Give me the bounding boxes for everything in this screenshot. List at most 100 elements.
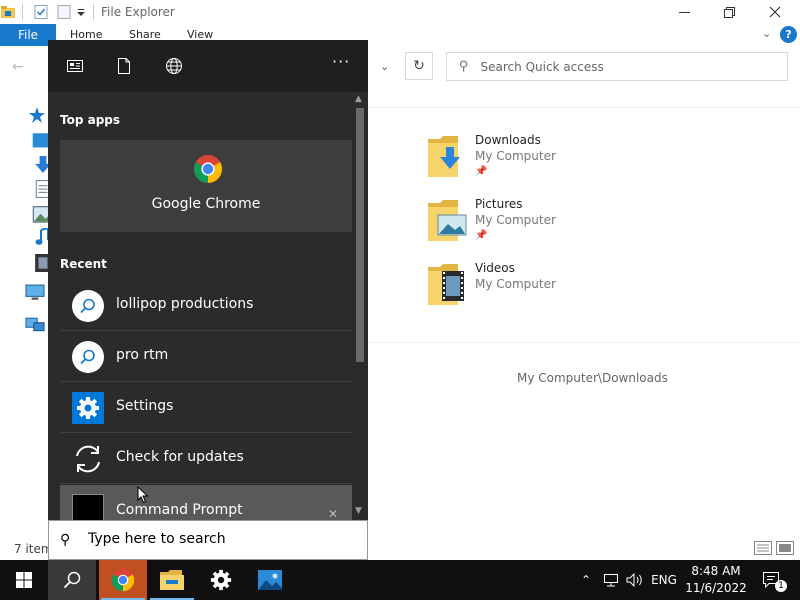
navigation-pane — [0, 104, 54, 544]
new-folder-icon[interactable] — [56, 4, 72, 20]
network-icon[interactable] — [600, 560, 622, 600]
volume-icon[interactable] — [624, 560, 646, 600]
chrome-icon — [111, 568, 135, 592]
close-button[interactable] — [752, 0, 798, 24]
properties-icon[interactable] — [33, 4, 49, 20]
quick-access-item-downloads[interactable]: Downloads My Computer 📌 — [428, 133, 728, 189]
search-icon: ⚲ — [459, 59, 469, 74]
top-app-label: Google Chrome — [151, 196, 261, 212]
quick-access-item-pictures[interactable]: Pictures My Computer 📌 — [428, 197, 728, 253]
help-icon[interactable]: ? — [780, 26, 797, 43]
quick-access-location: My Computer — [475, 149, 556, 163]
quick-access-search-input[interactable] — [480, 59, 771, 74]
recent-item-label: lollipop productions — [116, 296, 254, 312]
taskbar-photos[interactable] — [246, 560, 294, 600]
documents-filter-icon[interactable] — [115, 57, 133, 75]
taskbar-search-input[interactable] — [88, 531, 358, 547]
customize-toolbar-icon[interactable] — [76, 4, 86, 20]
show-hidden-icons-chevron-icon[interactable]: ⌃ — [576, 560, 596, 600]
folder-icon — [160, 570, 184, 590]
notification-count-badge: 1 — [775, 580, 787, 592]
refresh-icon: ↻ — [413, 58, 425, 74]
recent-item-pro-rtm[interactable]: pro rtm — [60, 332, 352, 382]
recent-item-label: Settings — [116, 398, 174, 414]
gear-icon — [72, 392, 104, 424]
this-pc-icon[interactable] — [24, 284, 46, 302]
large-icons-view-icon[interactable] — [776, 541, 794, 555]
chrome-icon — [194, 155, 222, 183]
recent-heading: Recent — [60, 257, 107, 271]
web-filter-globe-icon[interactable] — [165, 57, 183, 75]
search-flyout: ··· ▲ ▼ Top apps Google Chrome Recent lo… — [48, 40, 368, 560]
back-arrow-icon[interactable]: ← — [12, 59, 24, 75]
quick-access-star-icon[interactable] — [26, 106, 48, 124]
scroll-up-icon[interactable]: ▲ — [355, 94, 362, 104]
network-icon[interactable] — [24, 316, 46, 334]
start-button[interactable] — [0, 560, 48, 600]
recent-item-command-prompt[interactable]: Command Prompt ✕ — [60, 485, 352, 520]
close-icon — [769, 6, 781, 18]
quick-access-location: My Computer — [475, 277, 556, 291]
pin-icon: 📌 — [475, 230, 488, 241]
scroll-down-icon[interactable]: ▼ — [355, 506, 362, 516]
taskbar: ⌃ ENG 8:48 AM 11/6/2022 1 — [0, 560, 800, 600]
restore-icon — [723, 6, 735, 18]
downloads-folder-icon — [428, 136, 460, 177]
videos-folder-icon — [428, 264, 464, 305]
taskbar-search-button[interactable] — [48, 560, 96, 600]
recent-item-settings[interactable]: Settings — [60, 383, 352, 433]
details-view-icon[interactable] — [754, 541, 772, 555]
cmd-icon — [72, 494, 104, 520]
details-divider — [368, 342, 800, 343]
flyout-header: ··· — [48, 40, 368, 92]
taskbar-chrome[interactable] — [99, 560, 147, 600]
minimize-button[interactable] — [661, 0, 707, 24]
title-bar: File Explorer — [0, 0, 800, 24]
search-icon — [72, 341, 104, 373]
pin-icon: 📌 — [475, 166, 488, 177]
apps-filter-icon[interactable] — [66, 57, 84, 75]
taskbar-settings[interactable] — [197, 560, 245, 600]
quick-access-location: My Computer — [475, 213, 556, 227]
minimize-icon — [678, 11, 690, 13]
search-icon — [63, 571, 81, 589]
mouse-cursor-icon — [137, 486, 149, 504]
taskbar-file-explorer[interactable] — [148, 560, 196, 600]
refresh-button[interactable]: ↻ — [405, 52, 433, 80]
gear-icon — [210, 569, 232, 591]
action-center-button[interactable]: 1 — [752, 560, 792, 600]
photos-icon — [258, 570, 282, 590]
window-title: File Explorer — [101, 5, 175, 19]
clock-time: 8:48 AM — [691, 564, 741, 578]
search-icon: ⚲ — [60, 532, 71, 548]
top-app-google-chrome[interactable]: Google Chrome — [60, 140, 352, 232]
item-count: 7 item — [14, 542, 53, 556]
windows-logo-icon — [16, 572, 32, 588]
more-options-button[interactable]: ··· — [332, 52, 350, 71]
system-clock[interactable]: 8:48 AM 11/6/2022 — [682, 563, 750, 597]
maximize-button[interactable] — [706, 0, 752, 24]
recent-item-label: Check for updates — [116, 449, 244, 465]
pictures-folder-icon — [428, 200, 467, 241]
search-icon — [72, 290, 104, 322]
recent-item-label: Command Prompt — [116, 502, 243, 518]
details-path: My Computer\Downloads — [517, 371, 668, 385]
top-apps-heading: Top apps — [60, 113, 121, 127]
recent-item-label: pro rtm — [116, 347, 169, 363]
recent-item-check-for-updates[interactable]: Check for updates — [60, 434, 352, 484]
expand-ribbon-chevron-icon[interactable]: ⌄ — [762, 27, 771, 40]
quick-access-name: Downloads — [475, 133, 541, 147]
quick-access-item-videos[interactable]: Videos My Computer — [428, 261, 728, 317]
sync-icon — [72, 443, 104, 475]
input-language-indicator[interactable]: ENG — [648, 560, 680, 600]
address-history-chevron-icon[interactable]: ⌄ — [380, 60, 389, 73]
quick-access-search-box[interactable]: ⚲ — [446, 52, 788, 81]
taskbar-search-box[interactable]: ⚲ — [48, 520, 368, 560]
clock-date: 11/6/2022 — [685, 581, 747, 595]
quick-access-name: Pictures — [475, 197, 523, 211]
recent-item-lollipop-productions[interactable]: lollipop productions — [60, 281, 352, 331]
quick-access-name: Videos — [475, 261, 515, 275]
flyout-scrollbar[interactable]: ▲ ▼ — [352, 92, 368, 520]
scrollbar-thumb[interactable] — [356, 108, 364, 362]
remove-from-history-close-icon[interactable]: ✕ — [328, 507, 338, 520]
